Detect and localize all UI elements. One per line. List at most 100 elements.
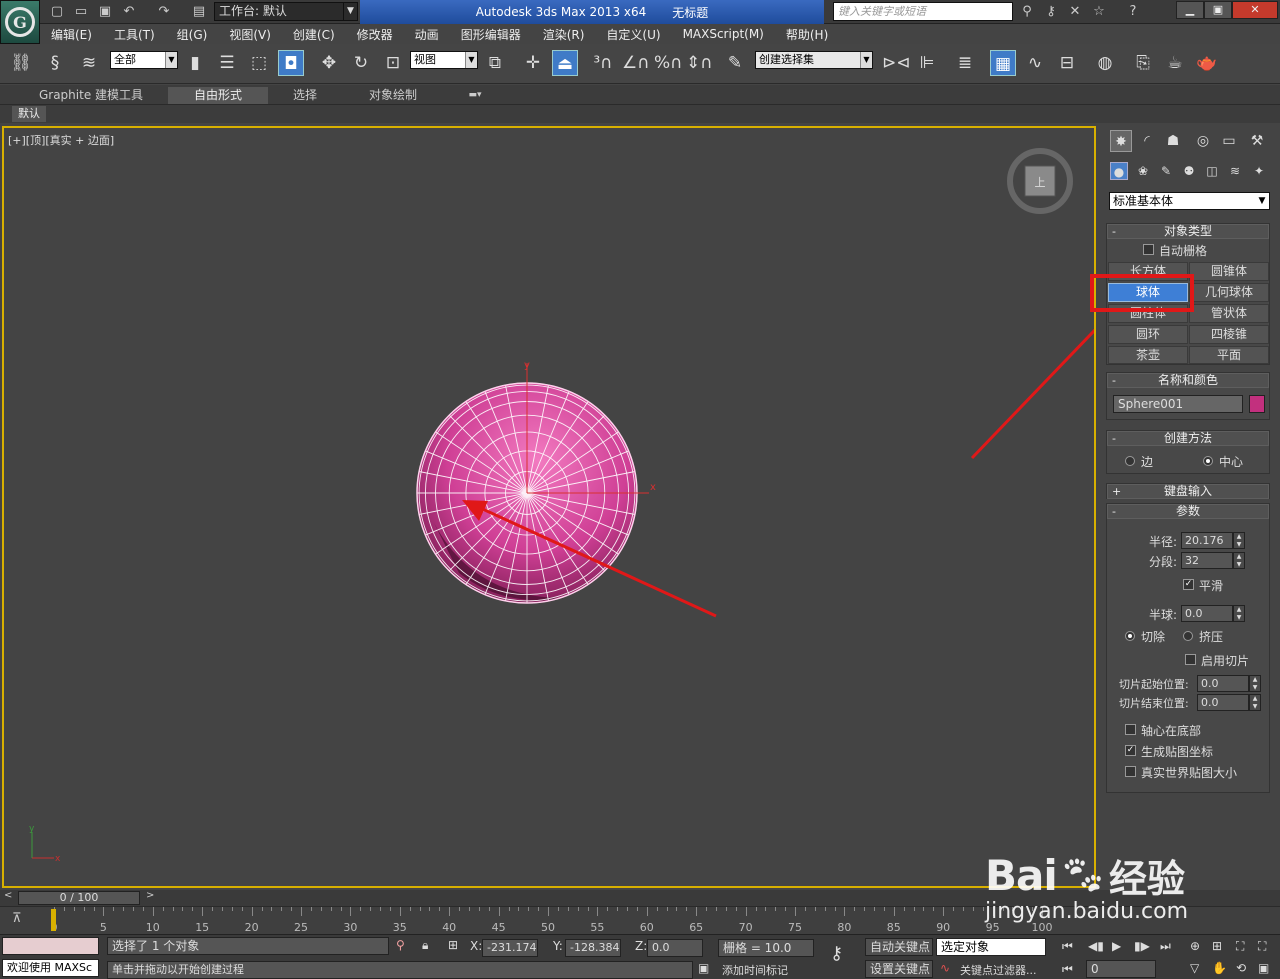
workspace-dropdown[interactable]: 工作台: 默认 ▼ xyxy=(214,2,358,21)
keyboard-shortcut-override-icon[interactable]: ⏏ xyxy=(552,50,578,76)
zoom-all-icon[interactable]: ⊞ xyxy=(1212,939,1222,953)
rotate-icon[interactable]: ↻ xyxy=(348,50,374,76)
smooth-checkbox[interactable]: ✓ xyxy=(1183,579,1194,590)
rollout-object-type-header[interactable]: - 对象类型 xyxy=(1107,224,1269,239)
ribbon-default-label[interactable]: 默认 xyxy=(12,106,46,122)
project-folder-icon[interactable]: ▤ xyxy=(190,3,208,20)
auto-key-button[interactable]: 自动关键点 xyxy=(865,938,933,956)
select-by-name-icon[interactable]: ☰ xyxy=(214,50,240,76)
maximize-viewport-icon[interactable]: ▣ xyxy=(1258,961,1269,975)
rollout-parameters-header[interactable]: - 参数 xyxy=(1107,504,1269,519)
edge-radio[interactable] xyxy=(1125,456,1135,466)
spinner-arrows-icon[interactable]: ▲ ▼ xyxy=(1249,694,1261,711)
time-tag-icon[interactable]: ▣ xyxy=(698,961,709,975)
next-key-icon[interactable]: ▮▶ xyxy=(1134,939,1150,953)
open-file-icon[interactable]: ▭ xyxy=(72,3,90,20)
menu-modifiers[interactable]: 修改器 xyxy=(346,26,404,43)
mirror-icon[interactable]: ⊳⊲ xyxy=(882,50,911,76)
ribbon-options-icon[interactable]: ▬▾ xyxy=(462,87,488,104)
menu-rendering[interactable]: 渲染(R) xyxy=(532,26,596,43)
orbit-icon[interactable]: ⟲ xyxy=(1236,961,1246,975)
select-manipulate-icon[interactable]: ✛ xyxy=(520,50,546,76)
hierarchy-tab-icon[interactable]: ☗ xyxy=(1162,130,1184,152)
zoom-extents-all-icon[interactable]: ⛶ xyxy=(1258,939,1266,954)
save-icon[interactable]: ▣ xyxy=(96,3,114,20)
curve-icon[interactable]: ∿ xyxy=(940,961,950,975)
time-slider-thumb[interactable]: 0 / 100 xyxy=(18,891,140,905)
menu-tools[interactable]: 工具(T) xyxy=(103,26,166,43)
motion-tab-icon[interactable]: ◎ xyxy=(1192,130,1214,152)
snaps-toggle-icon[interactable]: ³∩ xyxy=(590,50,616,76)
set-key-icon[interactable]: ⚷ xyxy=(830,943,843,964)
pan-icon[interactable]: ✋ xyxy=(1212,961,1227,975)
help-icon[interactable]: ? xyxy=(1124,3,1142,20)
move-icon[interactable]: ✥ xyxy=(316,50,342,76)
search-input[interactable]: 键入关键字或短语 xyxy=(833,2,1013,21)
tab-freeform[interactable]: 自由形式 xyxy=(168,87,268,104)
squash-radio[interactable] xyxy=(1183,631,1193,641)
spinner-arrows-icon[interactable]: ▲ ▼ xyxy=(1233,552,1245,569)
utilities-tab-icon[interactable]: ⚒ xyxy=(1246,130,1268,152)
y-coord-field[interactable]: -128.384 xyxy=(565,939,621,957)
autogrid-checkbox[interactable] xyxy=(1143,244,1154,255)
material-editor-icon[interactable]: ◍ xyxy=(1092,50,1118,76)
rollout-creation-method-header[interactable]: - 创建方法 xyxy=(1107,431,1269,446)
display-tab-icon[interactable]: ▭ xyxy=(1218,130,1240,152)
zoom-icon[interactable]: ⊕ xyxy=(1190,939,1200,953)
mini-curve-editor-icon[interactable]: ⊼ xyxy=(12,911,22,926)
plane-button[interactable]: 平面 xyxy=(1189,346,1269,364)
satellite-icon[interactable]: ✕ xyxy=(1066,3,1084,20)
z-coord-field[interactable]: 0.0 xyxy=(647,939,703,957)
render-setup-icon[interactable]: ⎘ xyxy=(1130,50,1156,76)
spinner-arrows-icon[interactable]: ▲ ▼ xyxy=(1233,532,1245,549)
selection-filter-dropdown[interactable]: 全部 ▼ xyxy=(110,51,178,69)
pivot-center-icon[interactable]: ⧉ xyxy=(482,50,508,76)
real-world-checkbox[interactable] xyxy=(1125,766,1136,777)
layer-manager-icon[interactable]: ≣ xyxy=(952,50,978,76)
tab-graphite-modeling[interactable]: Graphite 建模工具 xyxy=(26,87,156,104)
reference-coord-dropdown[interactable]: 视图 ▼ xyxy=(410,51,478,69)
menu-customize[interactable]: 自定义(U) xyxy=(595,26,671,43)
category-dropdown[interactable]: 标准基本体 ▼ xyxy=(1109,192,1270,210)
viewport-top[interactable]: [+][顶][真实 + 边面] y x 上 y x xyxy=(2,126,1096,888)
redo-icon[interactable]: ↷ xyxy=(155,3,173,20)
graphite-toggle-icon[interactable]: ▦ xyxy=(990,50,1016,76)
maximize-button[interactable]: ▣ xyxy=(1204,1,1232,19)
spinner-arrows-icon[interactable]: ▲ ▼ xyxy=(1249,675,1261,692)
rollout-name-color-header[interactable]: - 名称和颜色 xyxy=(1107,373,1269,388)
binoculars-icon[interactable]: ⚲ xyxy=(1018,3,1036,20)
maxscript-listener-box[interactable] xyxy=(2,937,99,955)
key-icon[interactable]: ⚷ xyxy=(1042,3,1060,20)
app-logo-button[interactable]: G xyxy=(0,0,40,44)
cameras-icon[interactable]: ⚉ xyxy=(1180,162,1198,180)
spinner-snap-icon[interactable]: ⇕∩ xyxy=(686,50,713,76)
menu-animation[interactable]: 动画 xyxy=(404,26,450,43)
chop-radio[interactable] xyxy=(1125,631,1135,641)
isolate-icon[interactable]: ⚲ xyxy=(396,938,405,952)
absolute-mode-icon[interactable]: ⊞ xyxy=(448,938,458,952)
menu-group[interactable]: 组(G) xyxy=(166,26,219,43)
rollout-keyboard-entry-header[interactable]: + 键盘输入 xyxy=(1107,484,1269,499)
window-crossing-icon[interactable]: ◘ xyxy=(278,50,304,76)
minimize-button[interactable]: ▁ xyxy=(1176,1,1204,19)
prev-key-icon[interactable]: ◀▮ xyxy=(1088,939,1104,953)
gen-map-checkbox[interactable]: ✓ xyxy=(1125,745,1136,756)
zoom-extents-icon[interactable]: ⛶ xyxy=(1236,939,1244,954)
base-pivot-checkbox[interactable] xyxy=(1125,724,1136,735)
menu-edit[interactable]: 编辑(E) xyxy=(40,26,103,43)
radius-spinner[interactable]: 20.176 ▲ ▼ xyxy=(1181,532,1245,549)
tab-selection[interactable]: 选择 xyxy=(270,87,340,104)
rect-selection-icon[interactable]: ⬚ xyxy=(246,50,272,76)
shapes-icon[interactable]: ❀ xyxy=(1134,162,1152,180)
tab-object-paint[interactable]: 对象绘制 xyxy=(356,87,430,104)
maxscript-mini-listener[interactable]: 欢迎使用 MAXSc xyxy=(2,959,99,977)
go-to-end-icon[interactable]: ⏭ xyxy=(1160,939,1171,954)
spinner-arrows-icon[interactable]: ▲ ▼ xyxy=(1233,605,1245,622)
new-file-icon[interactable]: ▢ xyxy=(48,3,66,20)
go-to-start-icon[interactable]: ⏮ xyxy=(1062,939,1073,954)
menu-maxscript[interactable]: MAXScript(M) xyxy=(672,27,775,41)
menu-views[interactable]: 视图(V) xyxy=(218,26,282,43)
systems-icon[interactable]: ✦ xyxy=(1250,162,1268,180)
modify-tab-icon[interactable]: ◜ xyxy=(1136,130,1158,152)
space-warps-icon[interactable]: ≋ xyxy=(1226,162,1244,180)
